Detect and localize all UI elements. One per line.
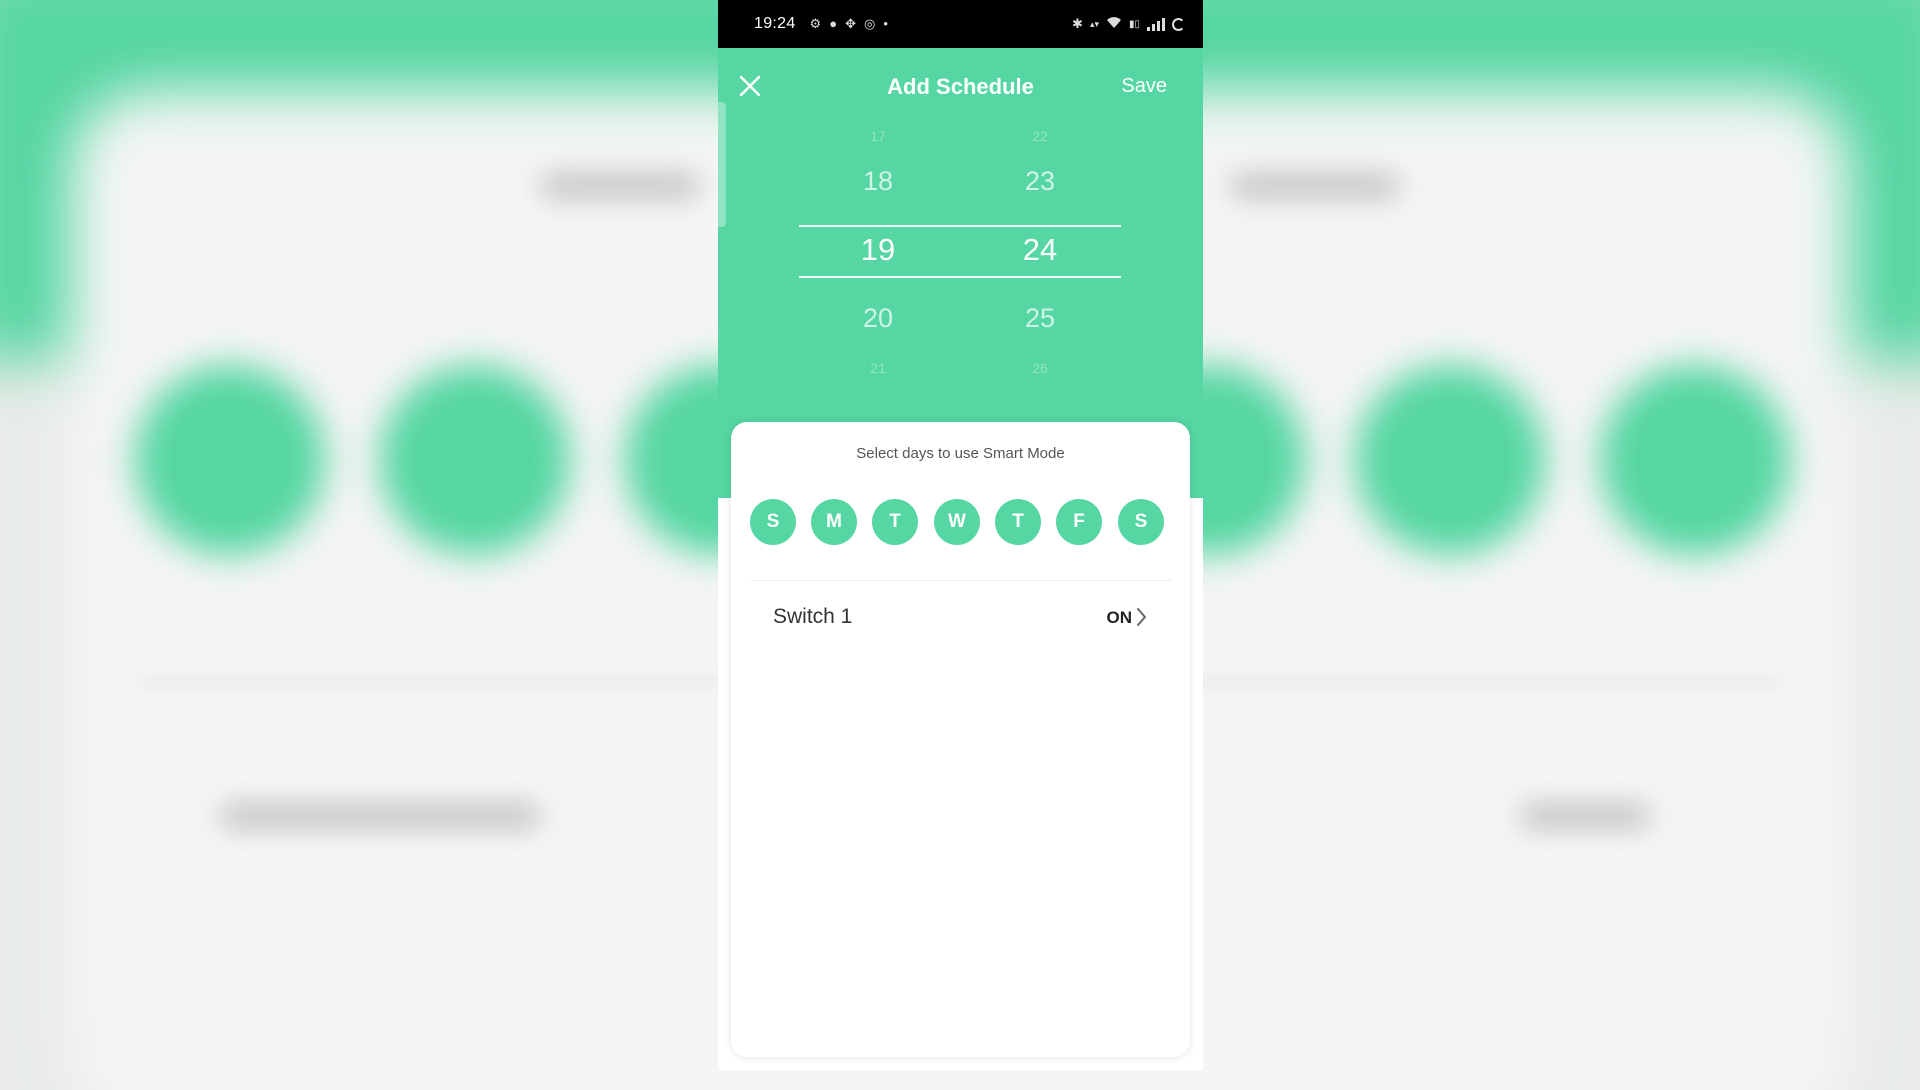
switch-state: ON: [1106, 608, 1133, 627]
hour-selected: 19: [860, 232, 896, 267]
dot-icon: •: [883, 16, 888, 31]
day-sunday[interactable]: S: [750, 499, 796, 545]
phone-screen: 19:24 ⚙ ● ✥ ◎ • ✱ ▴▾ ▮▯ Add Schedule Sav…: [718, 0, 1203, 1070]
minute-prev: 23: [1024, 166, 1056, 196]
bg-circle: [135, 365, 325, 555]
bg-circle: [1600, 365, 1790, 555]
status-time: 19:24: [754, 15, 796, 32]
switch-label: Switch 1: [773, 605, 853, 628]
wifi-icon: [1106, 16, 1122, 32]
status-bar: 19:24 ⚙ ● ✥ ◎ • ✱ ▴▾ ▮▯: [718, 0, 1203, 48]
notification-icons: ⚙ ● ✥ ◎ •: [810, 16, 888, 32]
data-speed-icon: ▴▾: [1089, 18, 1099, 29]
battery-icon: [1172, 17, 1185, 31]
day-wednesday[interactable]: W: [934, 499, 980, 545]
save-button[interactable]: Save: [1121, 75, 1167, 98]
signal-icon: [1147, 17, 1165, 31]
day-saturday[interactable]: S: [1118, 499, 1164, 545]
hour-next-far: 21: [870, 360, 886, 376]
volte-icon: ▮▯: [1128, 18, 1140, 30]
switch-1-row[interactable]: Switch 1 ON: [731, 587, 1190, 647]
bg-text-blur: [1230, 175, 1400, 197]
bg-text-blur: [1520, 805, 1650, 827]
system-icons: ✱ ▴▾ ▮▯: [1072, 16, 1185, 32]
bg-circle: [1355, 365, 1545, 555]
bluetooth-icon: ✱: [1072, 16, 1083, 31]
selection-line-top: [799, 225, 1121, 227]
hour-prev-far: 17: [870, 128, 886, 144]
minute-prev-far: 22: [1032, 128, 1048, 144]
chevron-right-icon: [1137, 608, 1147, 626]
bg-text-blur: [540, 175, 700, 197]
divider: [750, 580, 1171, 581]
day-tuesday[interactable]: T: [872, 499, 918, 545]
whatsapp-icon: ◎: [863, 16, 876, 31]
schedule-card: Select days to use Smart Mode S M T W T …: [731, 422, 1190, 1057]
bg-text-blur: [220, 805, 540, 827]
time-picker: 17 18 19 20 21 22 23 24 25 26: [718, 128, 1203, 428]
selection-line-bottom: [799, 276, 1121, 278]
minute-selected: 24: [1022, 232, 1058, 267]
settings-icon: ⚙: [809, 16, 822, 31]
minute-next-far: 26: [1032, 360, 1048, 376]
minute-wheel[interactable]: 22 23 24 25 26: [980, 128, 1100, 428]
top-bar: Add Schedule Save: [718, 48, 1203, 128]
hour-prev: 18: [862, 166, 894, 196]
grid-icon: ✥: [845, 16, 856, 31]
hour-wheel[interactable]: 17 18 19 20 21: [818, 128, 938, 428]
hour-next: 20: [862, 303, 894, 333]
day-thursday[interactable]: T: [995, 499, 1041, 545]
day-monday[interactable]: M: [811, 499, 857, 545]
days-hint: Select days to use Smart Mode: [856, 445, 1065, 462]
bg-circle: [380, 365, 570, 555]
minute-next: 25: [1024, 303, 1056, 333]
chat-icon: ●: [829, 16, 838, 31]
day-selector: S M T W T F S: [750, 499, 1170, 545]
day-friday[interactable]: F: [1056, 499, 1102, 545]
